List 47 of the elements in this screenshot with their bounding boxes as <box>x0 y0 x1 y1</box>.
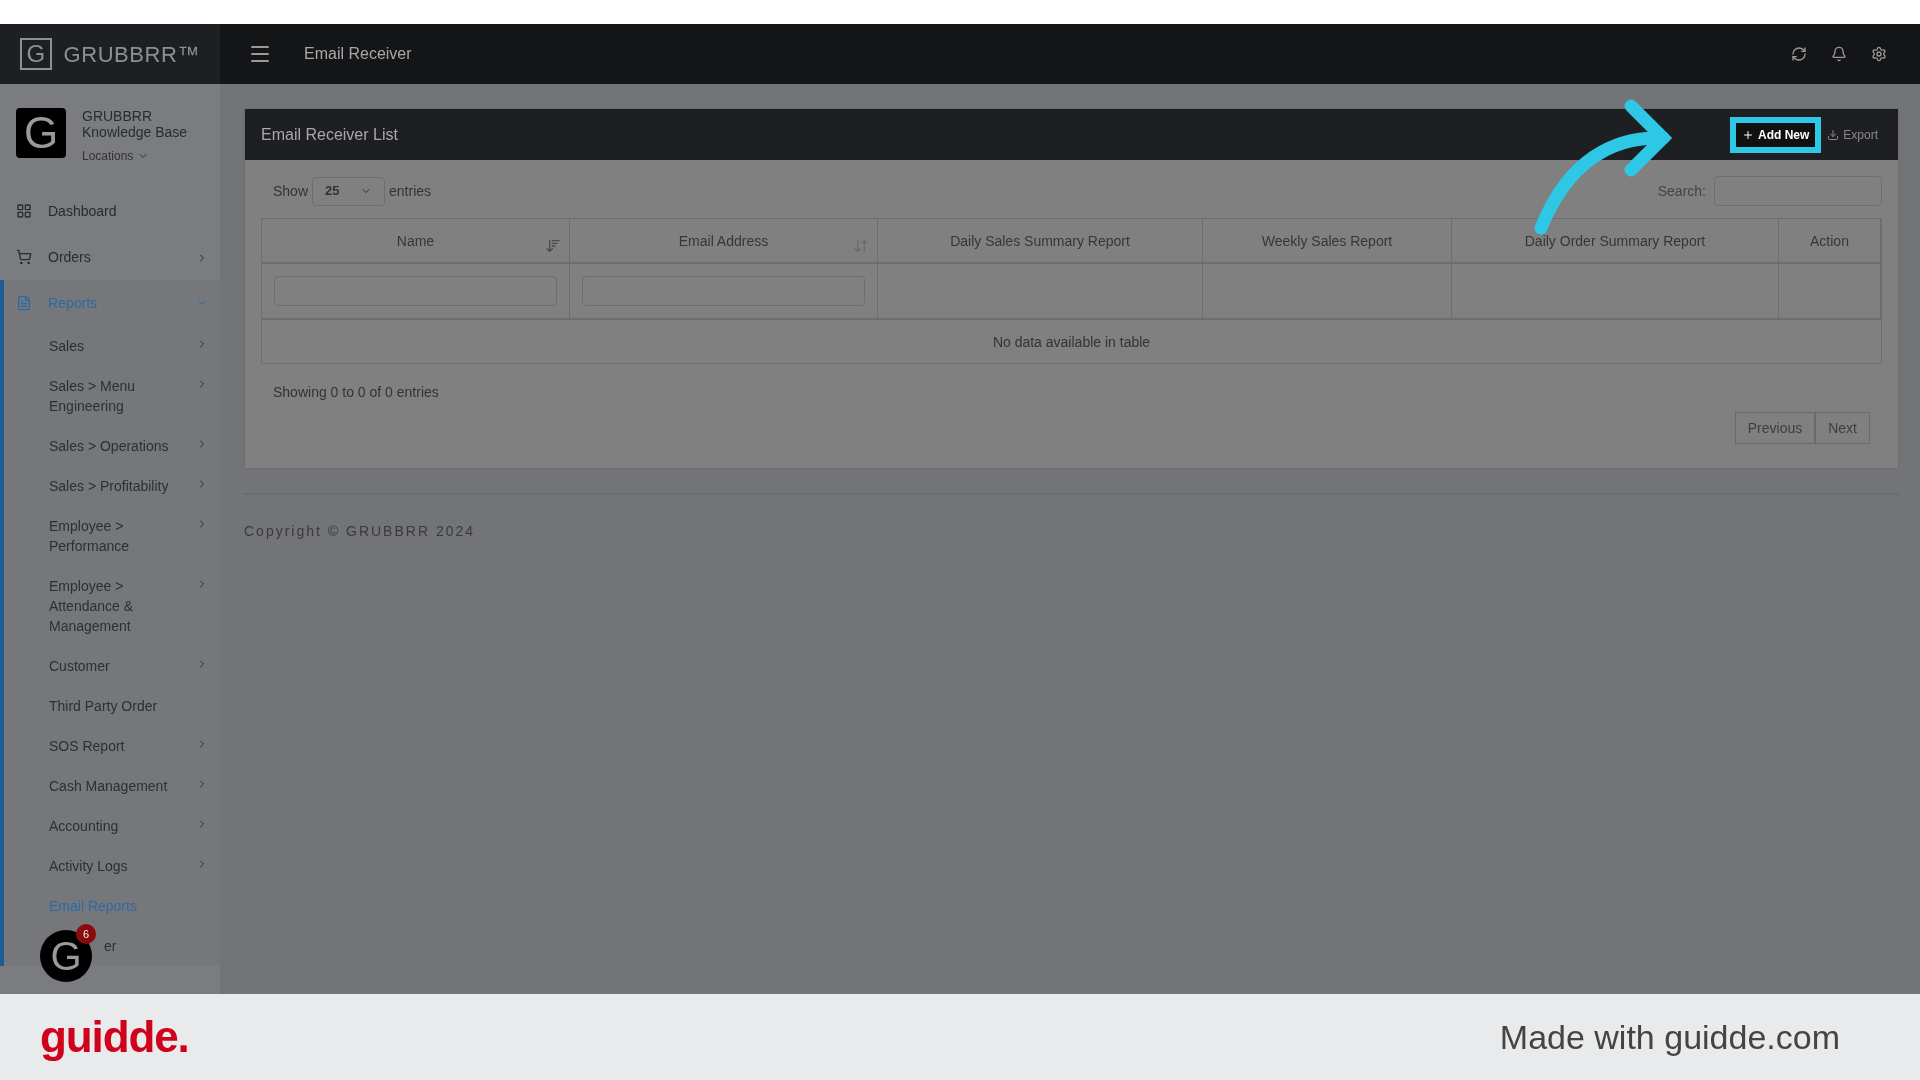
nav-subitem[interactable]: Sales > Operations <box>4 426 220 466</box>
guidde-logo: guidde. <box>40 1011 189 1063</box>
table-info: Showing 0 to 0 of 0 entries <box>273 384 439 400</box>
show-label: Show <box>273 182 309 201</box>
nav-subitem[interactable]: Employee > Performance <box>4 506 220 566</box>
guidde-credit: Made with guidde.com <box>1499 1016 1841 1058</box>
search-label: Search: <box>1657 182 1706 201</box>
profile-name: GRUBBRR Knowledge Base <box>82 108 189 140</box>
column-header[interactable]: Name <box>262 219 570 264</box>
logo-mark: G <box>20 38 52 70</box>
page-title: Email Receiver <box>304 44 413 64</box>
column-header[interactable]: Daily Order Summary Report <box>1452 219 1779 264</box>
nav-subitem[interactable]: SOS Report <box>4 726 220 766</box>
notifications-icon[interactable] <box>1831 46 1847 62</box>
nav-subitem[interactable]: er <box>104 936 117 956</box>
column-header[interactable]: Action <box>1779 219 1881 264</box>
nav-subitem[interactable]: Employee > Attendance & Management <box>4 566 220 646</box>
nav-subitem[interactable]: Customer <box>4 646 220 686</box>
nav-item[interactable]: Orders <box>4 234 220 280</box>
settings-icon[interactable] <box>1871 46 1887 62</box>
brand-name: GRUBBRR™ <box>63 40 200 69</box>
locations-dropdown[interactable]: Locations <box>82 148 202 164</box>
profile-avatar: G <box>16 108 66 158</box>
sort-icon[interactable] <box>545 238 561 254</box>
copyright: Copyright © GRUBBRR 2024 <box>244 523 476 539</box>
nav-subitem[interactable]: Sales > Menu Engineering <box>4 366 220 426</box>
nav-subitem[interactable]: Third Party Order <box>4 686 220 726</box>
refresh-icon[interactable] <box>1791 46 1807 62</box>
export-button[interactable]: Export <box>1827 126 1878 143</box>
plus-icon <box>1741 128 1754 141</box>
panel-title: Email Receiver List <box>261 124 399 145</box>
nav-subitem[interactable]: Cash Management <box>4 766 220 806</box>
column-header[interactable]: Weekly Sales Report <box>1203 219 1452 264</box>
document-icon <box>16 295 32 311</box>
nav-subitem[interactable]: Sales > Profitability <box>4 466 220 506</box>
empty-table-message: No data available in table <box>992 332 1151 352</box>
nav-subitem[interactable]: Activity Logs <box>4 846 220 886</box>
dashboard-icon <box>16 203 32 219</box>
entries-label: entries <box>389 182 432 201</box>
page-size-select[interactable]: 25 <box>312 176 386 206</box>
column-header[interactable]: Email Address <box>570 219 878 264</box>
nav-subitem[interactable]: Accounting <box>4 806 220 846</box>
column-header[interactable]: Daily Sales Summary Report <box>878 219 1203 264</box>
nav-item[interactable]: Dashboard <box>4 188 220 234</box>
download-icon <box>1827 128 1840 141</box>
cart-icon <box>16 249 32 265</box>
nav-subitem[interactable]: Sales <box>4 326 220 366</box>
